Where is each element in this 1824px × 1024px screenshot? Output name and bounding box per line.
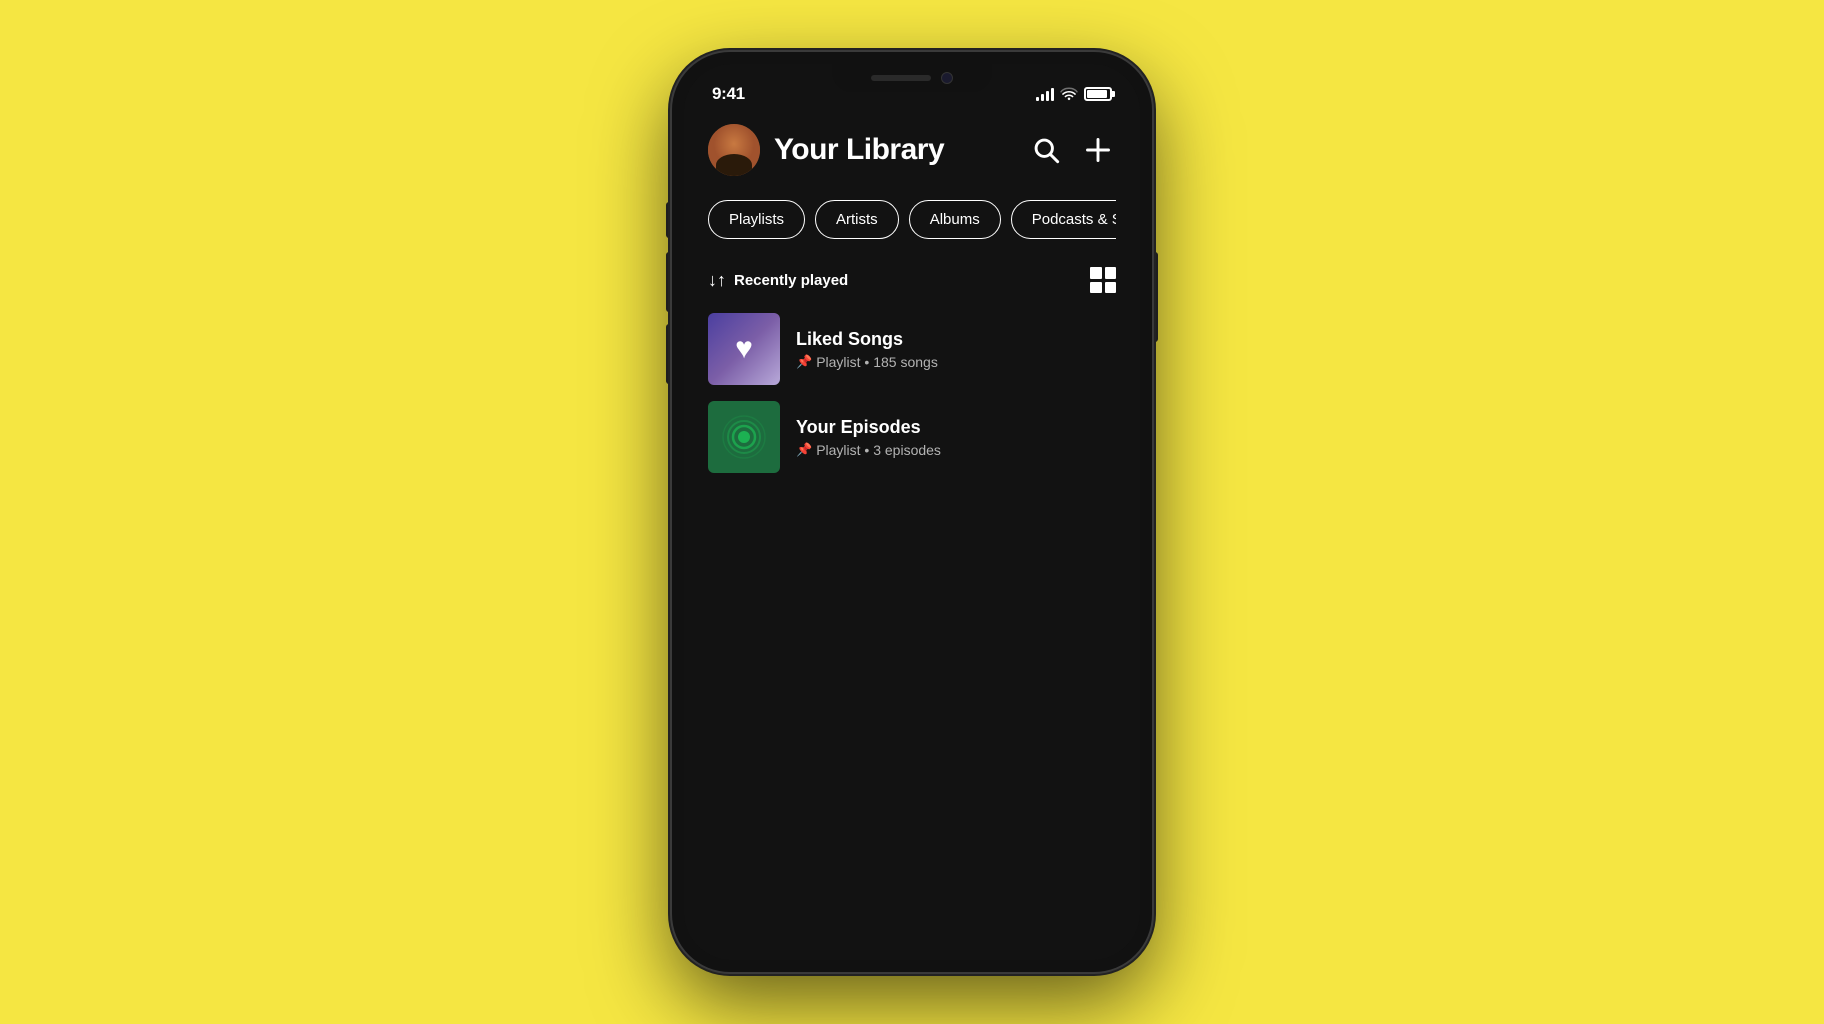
phone-wrapper: 9:41 xyxy=(672,52,1152,972)
episodes-info: Your Episodes 📌 Playlist • 3 episodes xyxy=(796,417,1116,458)
list-item[interactable]: Your Episodes 📌 Playlist • 3 episodes xyxy=(708,401,1116,473)
volume-up-button xyxy=(666,252,671,312)
liked-songs-art: ♥ xyxy=(708,313,780,385)
sort-row: ↓↑ Recently played xyxy=(708,267,1116,293)
battery-icon xyxy=(1084,87,1112,101)
pin-icon: 📌 xyxy=(796,442,812,458)
avatar-person xyxy=(708,124,760,176)
pin-icon: 📌 xyxy=(796,354,812,370)
filter-playlists[interactable]: Playlists xyxy=(708,200,805,239)
notch-speaker xyxy=(871,75,931,81)
wifi-icon xyxy=(1060,87,1078,101)
volume-down-button xyxy=(666,324,671,384)
filter-albums[interactable]: Albums xyxy=(909,200,1001,239)
plus-icon xyxy=(1084,136,1112,164)
notch-camera xyxy=(941,72,953,84)
item-title: Your Episodes xyxy=(796,417,1116,438)
library-header: Your Library xyxy=(708,124,1116,176)
item-sub-text: Playlist • 185 songs xyxy=(816,354,938,370)
app-content: Your Library xyxy=(684,116,1140,473)
item-subtitle: 📌 Playlist • 185 songs xyxy=(796,354,1116,370)
phone-frame: 9:41 xyxy=(672,52,1152,972)
signal-icon xyxy=(1036,87,1054,101)
liked-songs-info: Liked Songs 📌 Playlist • 185 songs xyxy=(796,329,1116,370)
grid-view-button[interactable] xyxy=(1090,267,1116,293)
item-title: Liked Songs xyxy=(796,329,1116,350)
podcast-icon xyxy=(722,415,766,459)
status-time: 9:41 xyxy=(712,84,745,104)
power-button xyxy=(1153,252,1158,342)
heart-icon: ♥ xyxy=(735,332,753,366)
notch xyxy=(832,64,992,92)
list-item[interactable]: ♥ Liked Songs 📌 Playlist • 185 songs xyxy=(708,313,1116,385)
search-button[interactable] xyxy=(1028,132,1064,168)
status-icons xyxy=(1036,87,1112,101)
filter-podcasts[interactable]: Podcasts & Shows xyxy=(1011,200,1116,239)
filter-row: Playlists Artists Albums Podcasts & Show… xyxy=(708,200,1116,239)
episodes-art xyxy=(708,401,780,473)
phone-screen: 9:41 xyxy=(684,64,1140,960)
header-actions xyxy=(1028,132,1116,168)
search-icon xyxy=(1032,136,1060,164)
item-sub-text: Playlist • 3 episodes xyxy=(816,442,941,458)
sort-control[interactable]: ↓↑ Recently played xyxy=(708,270,848,291)
library-list: ♥ Liked Songs 📌 Playlist • 185 songs xyxy=(708,313,1116,473)
sort-label: Recently played xyxy=(734,272,848,289)
item-subtitle: 📌 Playlist • 3 episodes xyxy=(796,442,1116,458)
volume-silent-button xyxy=(666,202,671,238)
filter-artists[interactable]: Artists xyxy=(815,200,899,239)
add-button[interactable] xyxy=(1080,132,1116,168)
avatar[interactable] xyxy=(708,124,760,176)
page-title: Your Library xyxy=(774,133,1014,167)
sort-arrows-icon: ↓↑ xyxy=(708,270,726,291)
